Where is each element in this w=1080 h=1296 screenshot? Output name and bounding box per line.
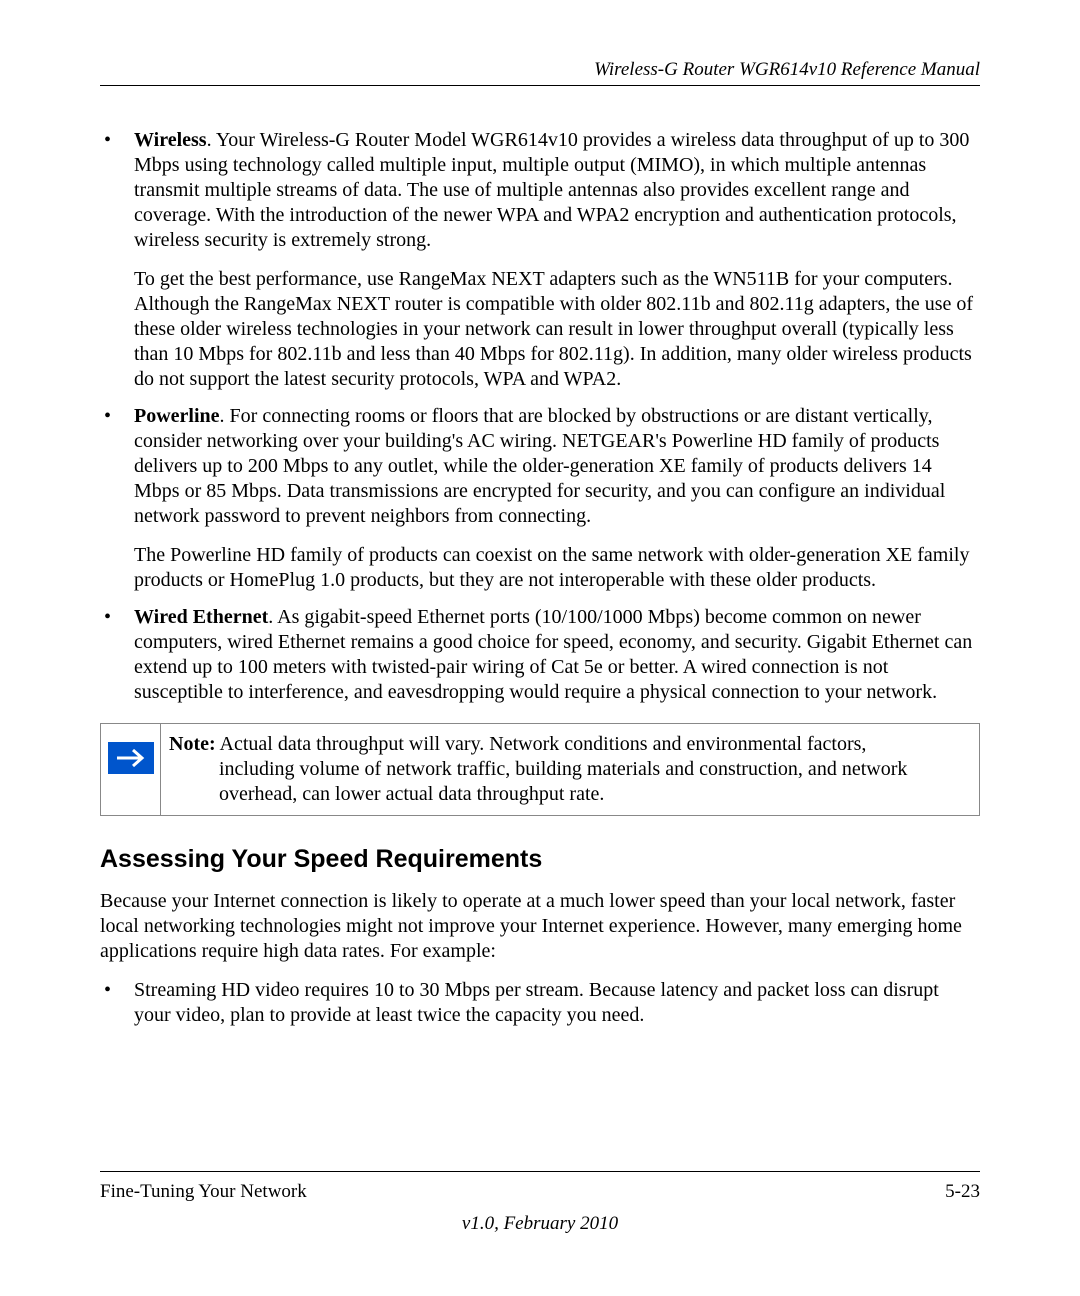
arrow-right-icon: [108, 742, 154, 774]
footer-left: Fine-Tuning Your Network: [100, 1180, 307, 1204]
bullet-dot: •: [100, 128, 134, 392]
footer-right: 5-23: [945, 1180, 980, 1204]
bullet-streaming: • Streaming HD video requires 10 to 30 M…: [100, 978, 980, 1028]
note-line1: Note: Actual data throughput will vary. …: [169, 732, 967, 757]
bullet-para: Powerline. For connecting rooms or floor…: [134, 404, 980, 529]
note-line2: including volume of network traffic, bui…: [169, 757, 967, 807]
bullet-lead: Powerline: [134, 405, 220, 427]
bullet-para: Wired Ethernet. As gigabit-speed Etherne…: [134, 605, 980, 705]
bullet-wired-ethernet: • Wired Ethernet. As gigabit-speed Ether…: [100, 605, 980, 705]
section-heading: Assessing Your Speed Requirements: [100, 844, 980, 875]
section-para: Because your Internet connection is like…: [100, 889, 980, 964]
page-header: Wireless-G Router WGR614v10 Reference Ma…: [100, 58, 980, 86]
bullet-content: Powerline. For connecting rooms or floor…: [134, 404, 980, 593]
note-line1-rest: Actual data throughput will vary. Networ…: [216, 733, 867, 755]
bullet-rest: . For connecting rooms or floors that ar…: [134, 405, 945, 527]
bullet-para: Wireless. Your Wireless-G Router Model W…: [134, 128, 980, 253]
note-text: Note: Actual data throughput will vary. …: [161, 724, 979, 815]
bullet-dot: •: [100, 404, 134, 593]
bullet-para: Streaming HD video requires 10 to 30 Mbp…: [134, 978, 980, 1028]
note-icon-cell: [101, 724, 161, 815]
page-footer: Fine-Tuning Your Network 5-23: [100, 1171, 980, 1204]
bullet-lead: Wireless: [134, 129, 207, 151]
bullet-lead: Wired Ethernet: [134, 606, 268, 628]
note-box: Note: Actual data throughput will vary. …: [100, 723, 980, 816]
bullet-content: Streaming HD video requires 10 to 30 Mbp…: [134, 978, 980, 1028]
header-title: Wireless-G Router WGR614v10 Reference Ma…: [594, 59, 980, 80]
bullet-para: To get the best performance, use RangeMa…: [134, 267, 980, 392]
bullet-rest: . Your Wireless-G Router Model WGR614v10…: [134, 129, 969, 251]
bullet-content: Wired Ethernet. As gigabit-speed Etherne…: [134, 605, 980, 705]
bullet-content: Wireless. Your Wireless-G Router Model W…: [134, 128, 980, 392]
bullet-powerline: • Powerline. For connecting rooms or flo…: [100, 404, 980, 593]
bullet-dot: •: [100, 978, 134, 1028]
bullet-dot: •: [100, 605, 134, 705]
bullet-wireless: • Wireless. Your Wireless-G Router Model…: [100, 128, 980, 392]
footer-version: v1.0, February 2010: [0, 1212, 1080, 1236]
bullet-para: The Powerline HD family of products can …: [134, 543, 980, 593]
note-label: Note:: [169, 733, 216, 755]
